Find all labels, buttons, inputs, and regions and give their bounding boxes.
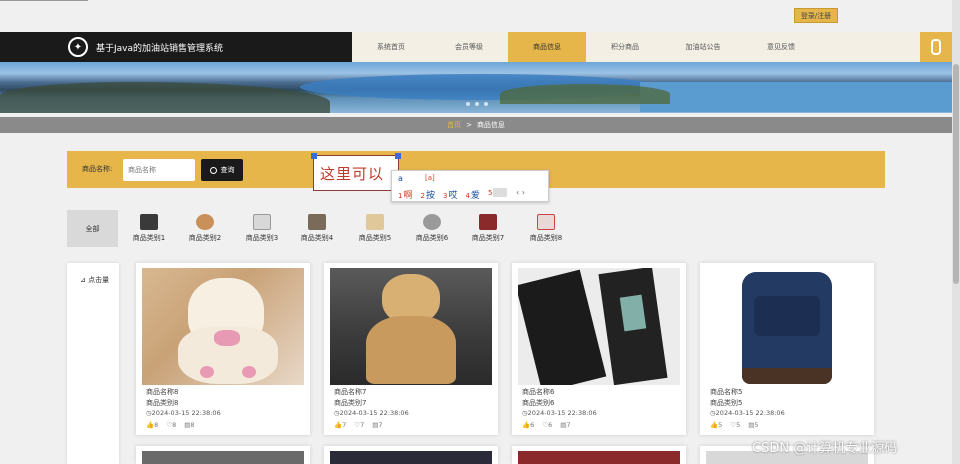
carousel-dots[interactable] (466, 102, 488, 106)
product-stats: 👍5 ♡5 ▤5 (710, 421, 759, 429)
product-name: 商品名称6 (522, 388, 555, 396)
heart-icon: ♡8 (166, 421, 177, 429)
product-name: 商品名称8 (146, 388, 179, 396)
product-name: 商品名称5 (710, 388, 743, 396)
nav-points-products[interactable]: 积分商品 (586, 32, 664, 62)
category-item[interactable]: 商品类别7 (465, 214, 511, 243)
ime-candidate[interactable]: 5 (488, 188, 508, 201)
breadcrumb: 首页 > 商品信息 (0, 117, 952, 133)
thumbs-up-icon: 👍7 (334, 421, 347, 429)
category-item[interactable]: 商品类别8 (523, 214, 569, 243)
product-name: 商品名称7 (334, 388, 367, 396)
ime-candidate-popup: a [a] 1啊 2按 3哎 4爱 5 ‹ › (391, 170, 549, 202)
comment-icon: ▤8 (184, 421, 195, 429)
brand[interactable]: ✦ 基于Java的加油站销售管理系统 (0, 32, 352, 62)
comment-icon: ▤7 (560, 421, 571, 429)
product-time: ◷2024-03-15 22:38:06 (334, 409, 409, 417)
sort-panel: ⊿ 点击量 (67, 263, 119, 464)
heart-icon: ♡5 (730, 421, 741, 429)
login-register-button[interactable]: 登录/注册 (794, 8, 838, 23)
category-item[interactable]: 商品类别6 (409, 214, 455, 243)
ime-composition-text: 这里可以 (320, 165, 385, 183)
banner-image (0, 62, 952, 113)
category-item[interactable]: 商品类别1 (126, 214, 172, 243)
watermark: CSDN @计算机专业源码 (752, 441, 898, 456)
breadcrumb-home[interactable]: 首页 (447, 120, 461, 130)
ime-pinyin: a (398, 174, 403, 183)
product-card[interactable]: 商品名称7 商品类别7 ◷2024-03-15 22:38:06 👍7 ♡7 ▤… (324, 263, 498, 435)
product-card[interactable] (512, 446, 686, 464)
phone-icon (931, 39, 941, 55)
heart-icon: ♡6 (542, 421, 553, 429)
ime-candidate[interactable]: 4爱 (465, 188, 479, 201)
product-image[interactable] (518, 268, 680, 385)
product-category: 商品类别5 (710, 399, 743, 407)
thumbs-up-icon: 👍8 (146, 421, 159, 429)
product-card[interactable] (136, 446, 310, 464)
product-image[interactable] (330, 268, 492, 385)
breadcrumb-separator: > (466, 121, 472, 129)
nav-feedback[interactable]: 意见反馈 (742, 32, 820, 62)
product-category: 商品类别6 (522, 399, 555, 407)
resize-handle-right[interactable] (395, 153, 401, 159)
product-card[interactable]: 商品名称8 商品类别8 ◷2024-03-15 22:38:06 👍8 ♡8 ▤… (136, 263, 310, 435)
ime-candidate[interactable]: 3哎 (443, 188, 457, 201)
product-time: ◷2024-03-15 22:38:06 (522, 409, 597, 417)
category-item[interactable]: 商品类别3 (239, 214, 285, 243)
nav-member-level[interactable]: 会员等级 (430, 32, 508, 62)
heart-icon: ♡7 (354, 421, 365, 429)
category-item[interactable]: 商品类别2 (182, 214, 228, 243)
breadcrumb-current: 商品信息 (476, 121, 505, 129)
ime-pinyin-bracket: [a] (425, 174, 435, 182)
header: ✦ 基于Java的加油站销售管理系统 系统首页 会员等级 商品信息 积分商品 加… (0, 32, 952, 62)
search-button[interactable]: 查询 (201, 159, 243, 181)
ime-candidate[interactable]: 2按 (420, 188, 434, 201)
category-filter: 全部 商品类别1 商品类别2 商品类别3 商品类别4 商品类别5 商品类别6 商… (67, 210, 885, 248)
product-category: 商品类别8 (146, 399, 179, 407)
main-nav: 系统首页 会员等级 商品信息 积分商品 加油站公告 意见反馈 (352, 32, 820, 62)
search-input[interactable] (123, 159, 195, 181)
product-card[interactable]: 商品名称5 商品类别5 ◷2024-03-15 22:38:06 👍5 ♡5 ▤… (700, 263, 874, 435)
nav-products[interactable]: 商品信息 (508, 32, 586, 62)
product-stats: 👍7 ♡7 ▤7 (334, 421, 383, 429)
page-scrollbar[interactable] (952, 0, 960, 464)
product-image[interactable] (142, 268, 304, 385)
top-divider (0, 0, 88, 1)
product-category: 商品类别7 (334, 399, 367, 407)
site-title: 基于Java的加油站销售管理系统 (96, 43, 224, 54)
category-item[interactable]: 商品类别5 (352, 214, 398, 243)
sort-by-clicks[interactable]: ⊿ 点击量 (80, 275, 109, 285)
thumbs-up-icon: 👍5 (710, 421, 723, 429)
category-item[interactable]: 商品类别4 (294, 214, 340, 243)
search-button-label: 查询 (220, 166, 235, 174)
scrollbar-thumb[interactable] (953, 64, 959, 284)
product-card[interactable] (324, 446, 498, 464)
lightbulb-icon: ✦ (68, 37, 88, 57)
nav-home[interactable]: 系统首页 (352, 32, 430, 62)
search-label: 商品名称: (82, 165, 113, 173)
ime-composition-box: 这里可以 (311, 153, 401, 191)
product-image[interactable] (706, 268, 868, 385)
nav-announcements[interactable]: 加油站公告 (664, 32, 742, 62)
comment-icon: ▤7 (372, 421, 383, 429)
category-all[interactable]: 全部 (67, 210, 118, 247)
mobile-button[interactable] (920, 32, 952, 62)
product-stats: 👍8 ♡8 ▤8 (146, 421, 195, 429)
comment-icon: ▤5 (748, 421, 759, 429)
ime-candidates: 1啊 2按 3哎 4爱 5 (398, 188, 508, 201)
product-time: ◷2024-03-15 22:38:06 (146, 409, 221, 417)
resize-handle-left[interactable] (311, 153, 317, 159)
product-time: ◷2024-03-15 22:38:06 (710, 409, 785, 417)
search-icon (209, 166, 217, 174)
ime-candidate[interactable]: 1啊 (398, 188, 412, 201)
thumbs-up-icon: 👍6 (522, 421, 535, 429)
product-card[interactable]: 商品名称6 商品类别6 ◷2024-03-15 22:38:06 👍6 ♡6 ▤… (512, 263, 686, 435)
product-stats: 👍6 ♡6 ▤7 (522, 421, 571, 429)
ime-page-arrows[interactable]: ‹ › (516, 188, 525, 197)
